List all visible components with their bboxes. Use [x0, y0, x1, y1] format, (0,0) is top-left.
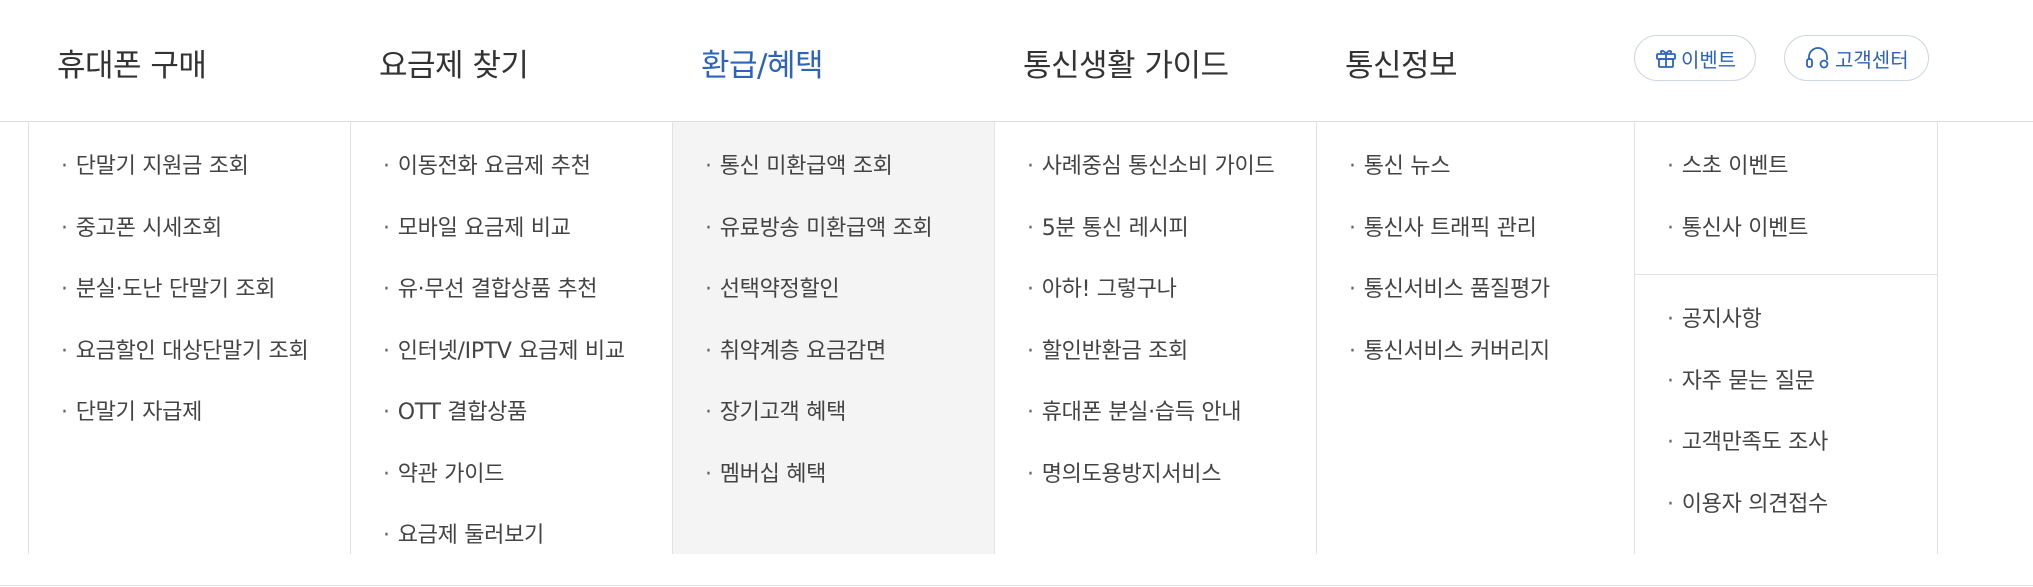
- menu-item[interactable]: 이동전화 요금제 추천: [383, 148, 672, 210]
- menu-item[interactable]: 단말기 자급제: [61, 394, 350, 456]
- menu-column-refund: 통신 미환급액 조회 유료방송 미환급액 조회 선택약정할인 취약계층 요금감면…: [672, 122, 994, 554]
- menu-column-phone: 단말기 지원금 조회 중고폰 시세조회 분실·도난 단말기 조회 요금할인 대상…: [28, 122, 350, 554]
- menu-item[interactable]: 선택약정할인: [705, 271, 994, 333]
- menu-item[interactable]: 통신서비스 품질평가: [1349, 271, 1638, 333]
- menu-item[interactable]: 요금할인 대상단말기 조회: [61, 333, 350, 395]
- nav-phone-purchase[interactable]: 휴대폰 구매: [57, 40, 207, 85]
- menu-item[interactable]: 공지사항: [1667, 301, 1828, 363]
- support-button[interactable]: 고객센터: [1784, 35, 1929, 81]
- gift-icon: [1656, 50, 1676, 68]
- menu-item[interactable]: 유료방송 미환급액 조회: [705, 210, 994, 272]
- menu-item[interactable]: 통신 뉴스: [1349, 148, 1638, 210]
- menu-item[interactable]: 사례중심 통신소비 가이드: [1027, 148, 1316, 210]
- menu-column-guide: 사례중심 통신소비 가이드 5분 통신 레시피 아하! 그렇구나 할인반환금 조…: [994, 122, 1316, 554]
- menu-item[interactable]: 분실·도난 단말기 조회: [61, 271, 350, 333]
- event-button-label: 이벤트: [1681, 47, 1737, 72]
- menu-column-info: 통신 뉴스 통신사 트래픽 관리 통신서비스 품질평가 통신서비스 커버리지: [1316, 122, 1638, 554]
- menu-item[interactable]: 장기고객 혜택: [705, 394, 994, 456]
- menu-item[interactable]: 통신서비스 커버리지: [1349, 333, 1638, 395]
- menu-item[interactable]: 유·무선 결합상품 추천: [383, 271, 672, 333]
- menu-column-plans: 이동전화 요금제 추천 모바일 요금제 비교 유·무선 결합상품 추천 인터넷/…: [350, 122, 672, 554]
- menu-item[interactable]: 단말기 지원금 조회: [61, 148, 350, 210]
- menu-item[interactable]: 통신사 트래픽 관리: [1349, 210, 1638, 272]
- menu-item[interactable]: 인터넷/IPTV 요금제 비교: [383, 333, 672, 395]
- divider: [0, 585, 2033, 586]
- menu-item[interactable]: 약관 가이드: [383, 456, 672, 518]
- menu-item[interactable]: OTT 결합상품: [383, 394, 672, 456]
- menu-item[interactable]: 명의도용방지서비스: [1027, 456, 1316, 518]
- menu-item[interactable]: 멤버십 혜택: [705, 456, 994, 518]
- menu-item[interactable]: 자주 묻는 질문: [1667, 363, 1828, 425]
- top-nav-bar: 휴대폰 구매 요금제 찾기 환급/혜택 통신생활 가이드 통신정보 이벤트 고객…: [0, 0, 2033, 122]
- event-button[interactable]: 이벤트: [1634, 35, 1757, 81]
- menu-item[interactable]: 통신사 이벤트: [1667, 210, 1937, 272]
- menu-item[interactable]: 고객만족도 조사: [1667, 424, 1829, 486]
- nav-plan-search[interactable]: 요금제 찾기: [379, 40, 529, 85]
- menu-item[interactable]: 모바일 요금제 비교: [383, 210, 672, 272]
- menu-item[interactable]: 취약계층 요금감면: [705, 333, 994, 395]
- nav-refund-benefit[interactable]: 환급/혜택: [701, 40, 824, 85]
- menu-item[interactable]: 중고폰 시세조회: [61, 210, 350, 272]
- nav-telecom-guide[interactable]: 통신생활 가이드: [1023, 40, 1229, 85]
- menu-item[interactable]: 5분 통신 레시피: [1027, 210, 1316, 272]
- menu-item[interactable]: 이용자 의견접수: [1667, 486, 1829, 548]
- menu-item[interactable]: 휴대폰 분실·습득 안내: [1027, 394, 1316, 456]
- menu-item[interactable]: 통신 미환급액 조회: [705, 148, 994, 210]
- support-button-label: 고객센터: [1835, 47, 1909, 72]
- nav-telecom-info[interactable]: 통신정보: [1345, 40, 1458, 85]
- menu-item[interactable]: 아하! 그렇구나: [1027, 271, 1316, 333]
- menu-item[interactable]: 스초 이벤트: [1667, 148, 1937, 210]
- headset-icon: [1806, 47, 1829, 69]
- menu-item[interactable]: 요금제 둘러보기: [383, 517, 672, 579]
- menu-column-events-support: 스초 이벤트 통신사 이벤트 공지사항 자주 묻는 질문 고객만족도 조사 이용…: [1634, 122, 1938, 554]
- menu-item[interactable]: 할인반환금 조회: [1027, 333, 1316, 395]
